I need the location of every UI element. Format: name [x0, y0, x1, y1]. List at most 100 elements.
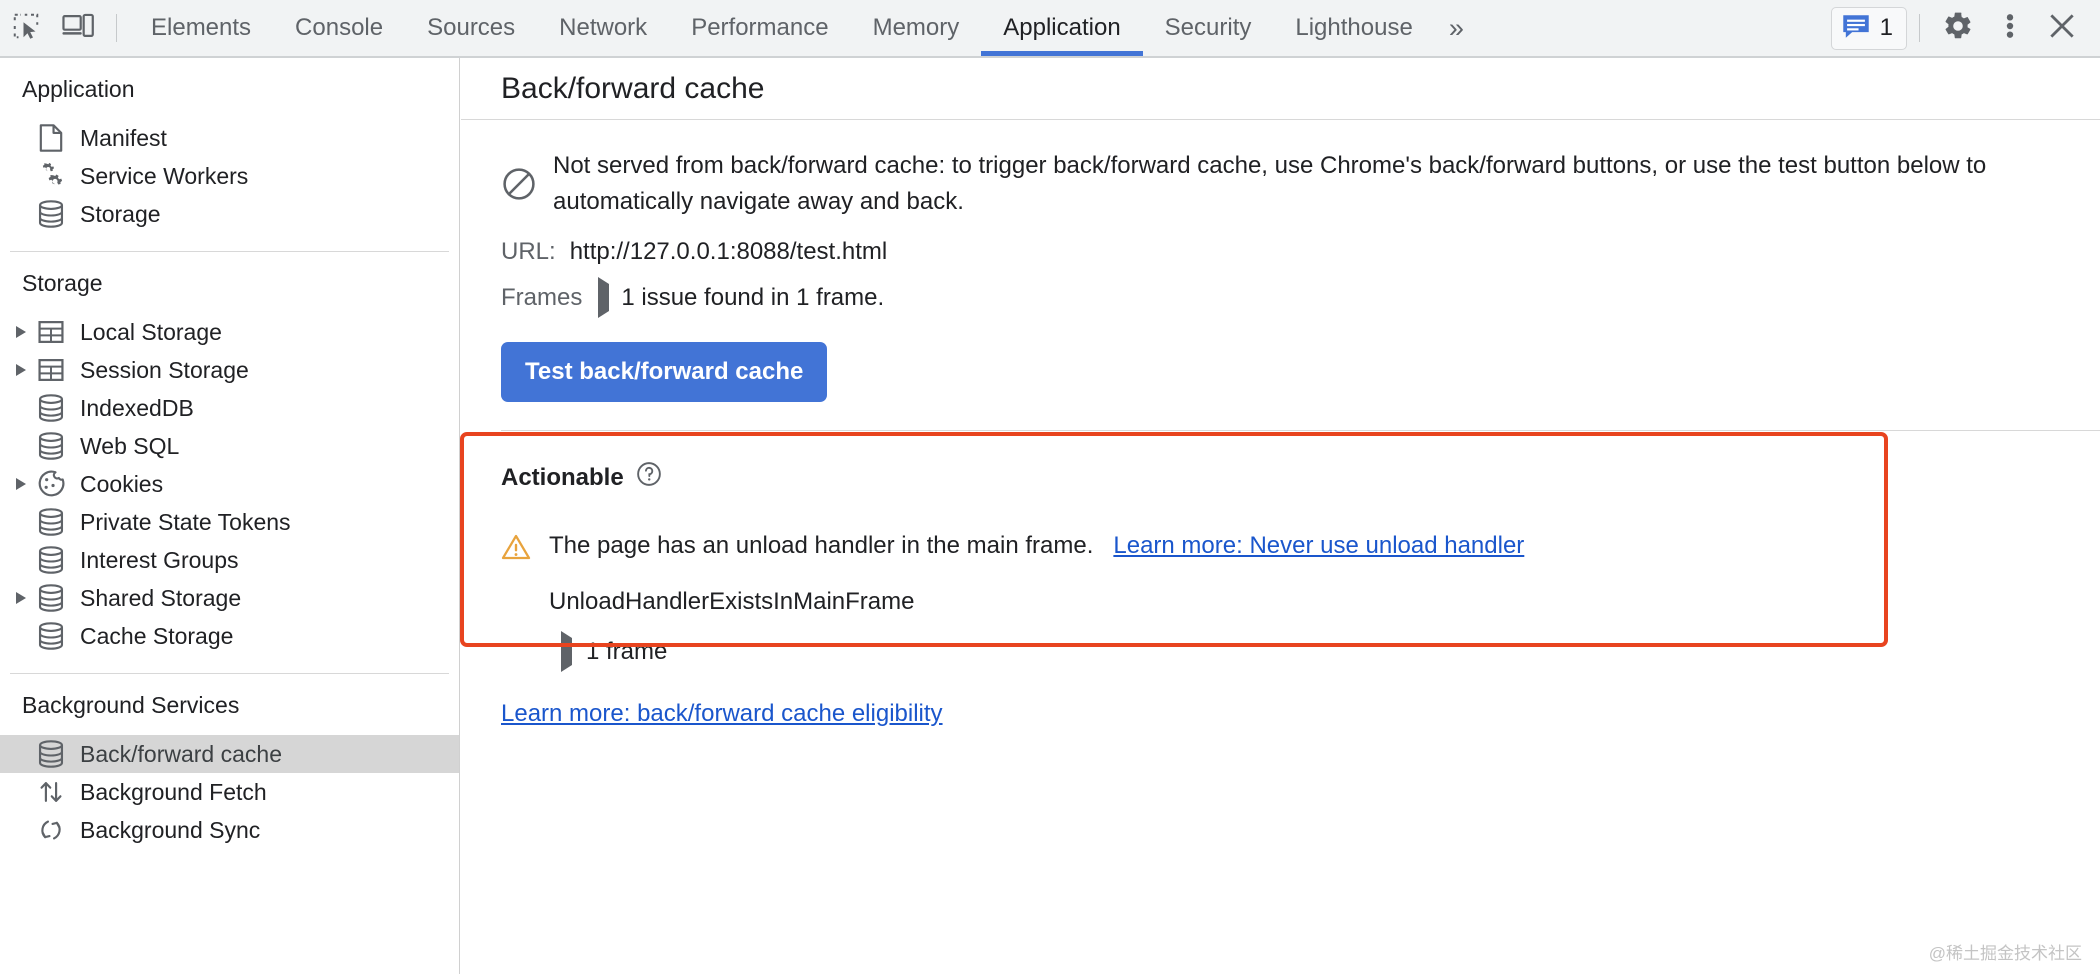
- sidebar-item-label: Cookies: [80, 471, 163, 498]
- gear-icon: [1942, 10, 1974, 47]
- frame-count-label: 1 frame: [586, 638, 667, 666]
- tab-lighthouse[interactable]: Lighthouse: [1273, 0, 1434, 56]
- issues-badge[interactable]: 1: [1831, 7, 1907, 50]
- chevron-right-icon[interactable]: [10, 364, 32, 376]
- warning-triangle-icon: [501, 530, 549, 566]
- not-served-blocked-icon: [501, 148, 553, 207]
- sidebar-item-local-storage[interactable]: Local Storage: [0, 313, 459, 351]
- tab-label: Elements: [151, 14, 251, 42]
- sidebar-item-manifest[interactable]: Manifest: [0, 119, 459, 157]
- bfcache-status-text: Not served from back/forward cache: to t…: [553, 148, 2033, 220]
- bfcache-status-row: Not served from back/forward cache: to t…: [501, 120, 2100, 220]
- sidebar-item-label: Interest Groups: [80, 547, 239, 574]
- tab-label: Console: [295, 14, 383, 42]
- tab-performance[interactable]: Performance: [669, 0, 850, 56]
- document-icon: [36, 124, 66, 152]
- chevron-right-icon[interactable]: [10, 326, 32, 338]
- sidebar-item-label: Service Workers: [80, 163, 248, 190]
- device-toolbar-icon: [62, 11, 94, 46]
- actionable-section: Actionable: [501, 431, 2100, 666]
- sidebar-item-label: Shared Storage: [80, 585, 241, 612]
- watermark: @稀土掘金技术社区: [1929, 939, 2082, 964]
- sidebar-item-label: Background Fetch: [80, 779, 267, 806]
- inspect-element-icon: [11, 11, 41, 46]
- database-icon: [36, 508, 66, 536]
- database-icon: [36, 584, 66, 612]
- devtools-toolbar: Elements Console Sources Network Perform…: [0, 0, 2100, 58]
- sidebar-item-private-state-tokens[interactable]: Private State Tokens: [0, 503, 459, 541]
- sidebar-item-indexeddb[interactable]: IndexedDB: [0, 389, 459, 427]
- sidebar-item-back-forward-cache[interactable]: Back/forward cache: [0, 735, 459, 773]
- background-sync-icon: [36, 816, 66, 844]
- close-devtools-button[interactable]: [2036, 6, 2088, 50]
- tab-application[interactable]: Application: [981, 0, 1142, 56]
- tab-label: Network: [559, 14, 647, 42]
- chevron-double-right-icon: »: [1449, 13, 1461, 44]
- sidebar-section-title-application: Application: [0, 58, 459, 119]
- tab-label: Sources: [427, 14, 515, 42]
- sidebar-item-storage[interactable]: Storage: [0, 195, 459, 233]
- sidebar-item-service-workers[interactable]: Service Workers: [0, 157, 459, 195]
- issues-count: 1: [1880, 14, 1893, 42]
- page-title: Back/forward cache: [501, 72, 764, 106]
- gears-icon: [36, 162, 66, 190]
- sidebar-item-label: Session Storage: [80, 357, 249, 384]
- sidebar-item-label: IndexedDB: [80, 395, 194, 422]
- sidebar-item-background-fetch[interactable]: Background Fetch: [0, 773, 459, 811]
- help-circle-icon[interactable]: [636, 461, 662, 494]
- sidebar-item-cache-storage[interactable]: Cache Storage: [0, 617, 459, 655]
- more-options-button[interactable]: [1984, 6, 2036, 50]
- issue-description: The page has an unload handler in the ma…: [549, 532, 1093, 559]
- sidebar-item-shared-storage[interactable]: Shared Storage: [0, 579, 459, 617]
- frames-row[interactable]: Frames 1 issue found in 1 frame.: [501, 284, 2100, 312]
- sidebar-item-web-sql[interactable]: Web SQL: [0, 427, 459, 465]
- table-icon: [36, 319, 66, 345]
- tab-security[interactable]: Security: [1143, 0, 1274, 56]
- issues-message-icon: [1842, 13, 1870, 44]
- chevron-right-icon[interactable]: [561, 638, 572, 666]
- tab-console[interactable]: Console: [273, 0, 405, 56]
- tab-label: Performance: [691, 14, 828, 42]
- database-icon: [36, 740, 66, 768]
- chevron-right-icon[interactable]: [10, 478, 32, 490]
- sidebar-item-label: Manifest: [80, 125, 167, 152]
- settings-button[interactable]: [1932, 6, 1984, 50]
- toolbar-divider-right: [1919, 14, 1920, 42]
- toolbar-divider: [116, 14, 117, 42]
- more-tabs-button[interactable]: »: [1435, 0, 1475, 56]
- test-back-forward-cache-button[interactable]: Test back/forward cache: [501, 342, 827, 402]
- sidebar-item-label: Background Sync: [80, 817, 260, 844]
- frame-expand-row[interactable]: 1 frame: [561, 638, 2100, 666]
- sidebar-item-cookies[interactable]: Cookies: [0, 465, 459, 503]
- tab-label: Lighthouse: [1295, 14, 1412, 42]
- inspect-element-button[interactable]: [0, 6, 52, 50]
- frames-value: 1 issue found in 1 frame.: [621, 284, 884, 312]
- bfcache-reason-code: UnloadHandlerExistsInMainFrame: [549, 588, 2100, 616]
- device-toolbar-button[interactable]: [52, 6, 104, 50]
- cookie-icon: [36, 470, 66, 498]
- actionable-heading-row: Actionable: [501, 461, 2100, 494]
- sidebar-section-title-storage: Storage: [0, 252, 459, 313]
- tab-memory[interactable]: Memory: [851, 0, 982, 56]
- tab-network[interactable]: Network: [537, 0, 669, 56]
- never-use-unload-handler-link[interactable]: Learn more: Never use unload handler: [1113, 532, 1524, 559]
- bfcache-eligibility-link[interactable]: Learn more: back/forward cache eligibili…: [501, 700, 943, 727]
- bfcache-issue-row: The page has an unload handler in the ma…: [501, 530, 2100, 566]
- chevron-right-icon[interactable]: [10, 592, 32, 604]
- sidebar-item-label: Back/forward cache: [80, 741, 282, 768]
- tab-sources[interactable]: Sources: [405, 0, 537, 56]
- sidebar-item-label: Web SQL: [80, 433, 179, 460]
- chevron-right-icon[interactable]: [598, 284, 609, 312]
- table-icon: [36, 357, 66, 383]
- sidebar-item-session-storage[interactable]: Session Storage: [0, 351, 459, 389]
- tab-label: Memory: [873, 14, 960, 42]
- close-icon: [2046, 10, 2078, 47]
- tab-elements[interactable]: Elements: [129, 0, 273, 56]
- toolbar-right-actions: 1: [1831, 6, 2100, 50]
- sidebar-item-interest-groups[interactable]: Interest Groups: [0, 541, 459, 579]
- database-icon: [36, 394, 66, 422]
- application-sidebar: Application Manifest Service Workers: [0, 58, 460, 974]
- sidebar-item-background-sync[interactable]: Background Sync: [0, 811, 459, 849]
- url-label: URL:: [501, 238, 556, 266]
- sidebar-section-title-background-services: Background Services: [0, 674, 459, 735]
